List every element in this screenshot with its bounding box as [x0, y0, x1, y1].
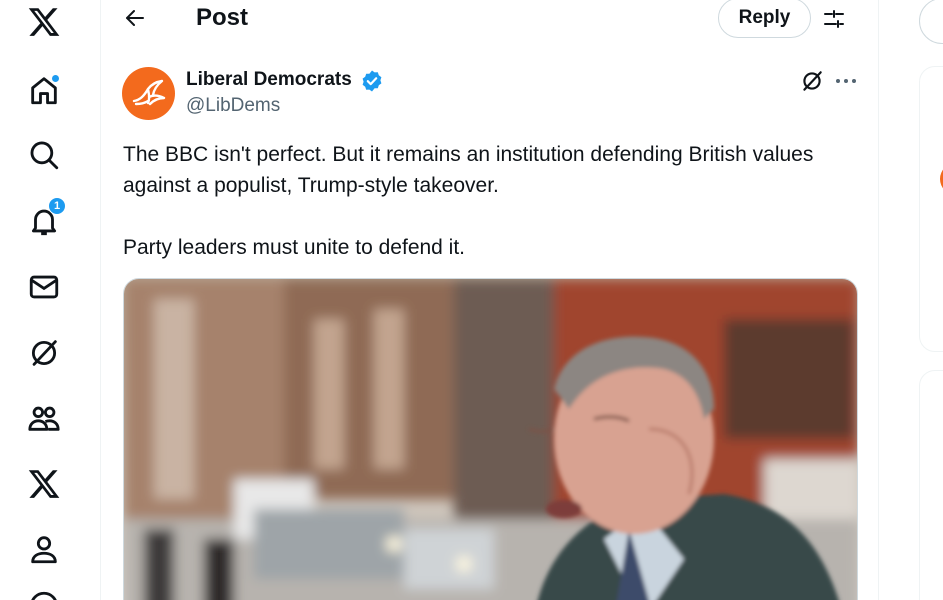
- more-options-icon[interactable]: [833, 68, 859, 94]
- author-handle[interactable]: @LibDems: [186, 95, 280, 117]
- premium-x-icon[interactable]: [22, 462, 66, 506]
- home-icon[interactable]: [22, 68, 66, 112]
- post-header: Post Reply: [101, 0, 878, 40]
- grok-icon[interactable]: [22, 331, 66, 375]
- grok-explain-icon[interactable]: [799, 68, 825, 94]
- verified-badge-icon: [362, 70, 382, 92]
- back-arrow-icon[interactable]: [117, 2, 153, 34]
- photo-image: [124, 279, 857, 600]
- communities-icon[interactable]: [22, 396, 66, 440]
- notifications-badge: 1: [48, 197, 66, 215]
- profile-icon[interactable]: [22, 527, 66, 571]
- more-circle-icon[interactable]: [22, 584, 66, 600]
- search-bar[interactable]: [919, 0, 943, 44]
- x-logo-icon[interactable]: [22, 0, 66, 44]
- reply-button[interactable]: Reply: [718, 0, 811, 38]
- home-unread-dot: [51, 74, 60, 83]
- post-detail-column: Post Reply Liberal Democrats @LibDems Th…: [101, 0, 879, 600]
- messages-envelope-icon[interactable]: [22, 265, 66, 309]
- post-paragraph: Party leaders must unite to defend it.: [123, 236, 466, 259]
- reply-settings-sliders-icon[interactable]: [819, 4, 849, 34]
- left-navigation: 1: [0, 0, 101, 600]
- author-name[interactable]: Liberal Democrats: [186, 69, 352, 91]
- notifications-bell-icon[interactable]: 1: [22, 197, 66, 243]
- lib-dem-bird-logo-icon: [132, 79, 165, 105]
- sidebar-card: [919, 66, 943, 352]
- post-photo[interactable]: [123, 278, 858, 600]
- post-text: The BBC isn't perfect. But it remains an…: [123, 139, 843, 263]
- post-paragraph: The BBC isn't perfect. But it remains an…: [123, 143, 814, 197]
- right-sidebar: [879, 0, 943, 600]
- page-title: Post: [196, 4, 249, 31]
- author-avatar[interactable]: [122, 67, 175, 120]
- sidebar-card: [919, 370, 943, 600]
- search-icon[interactable]: [22, 133, 66, 177]
